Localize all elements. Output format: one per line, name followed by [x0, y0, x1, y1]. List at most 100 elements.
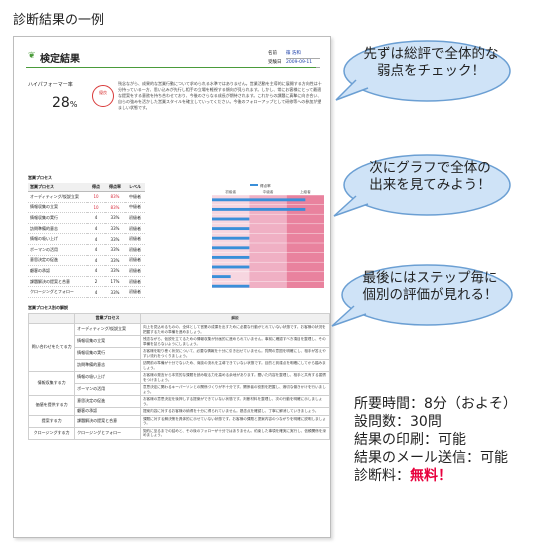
score-value: 28% [52, 95, 77, 111]
score-label: ハイパフォーマー率 [28, 82, 73, 88]
table-cell: オーディティング/仮説立案 [28, 191, 87, 203]
info-mail: 結果のメール送信：可能 [354, 450, 508, 466]
info-fee: 診断料：無料！ [354, 467, 517, 485]
bar [212, 265, 250, 269]
table-cell: 4 [87, 223, 105, 235]
process-cell: 情報収集の実行 [74, 347, 141, 360]
table-cell: 意思決定の促進 [28, 255, 87, 267]
group-cell: 価値を提供する力 [27, 395, 76, 416]
report-header: ❦ 検定結果 名前篠 浩和 受験日 2009-09-11 [14, 37, 330, 77]
report-title: 検定結果 [40, 54, 80, 65]
description-cell: 契約に至るまでの詰めと、その後のフォローが十分ではありません。約束した事項を確実… [139, 426, 330, 440]
table-cell: 中級者 [125, 202, 145, 214]
description-cell: 課題に対する解決策を具体的に示せていない状態です。お客様の課題と提案内容のつなが… [139, 414, 330, 428]
detail-table: 営業プロセス 解説 問い合わせをたてる力 オーディティング/仮説立案 向上を見込める… [27, 313, 330, 440]
group-cell: 問い合わせをたてる力 [27, 323, 76, 372]
table-row: クロージングする力 クロージングとフォロー 契約に至るまでの詰めと、その後のフォロー… [27, 426, 330, 440]
bubble-text: 次にグラフで全体の 出来を見てみよう！ [369, 160, 491, 193]
score-number: 28 [52, 95, 70, 111]
table-cell: 初級者 [125, 233, 145, 245]
process-cell: クロージングとフォロー [74, 426, 141, 440]
bar [212, 227, 250, 231]
table-cell: 17% [105, 276, 125, 288]
legend-label: 得点率 [260, 183, 271, 188]
caption: 診断結果の一例 [13, 13, 105, 28]
callout-summary: 先ずは総評で全体的な 弱点をチェック！ [334, 38, 512, 110]
group-cell: 情報収集する力 [27, 371, 76, 396]
table-cell: 33% [105, 223, 125, 235]
table-header: 得点率 [105, 183, 125, 192]
table-row: 問い合わせをたてる力 オーディティング/仮説立案 向上を見込めるものの、全体として営… [27, 323, 330, 372]
band-label: 中級者 [263, 189, 274, 194]
table-header: 営業プロセス [28, 183, 87, 192]
test-info: 所要時間：8分（およそ） 設問数：30問 結果の印刷：可能 結果のメール送信：可… [354, 395, 517, 485]
report-sheet: ❦ 検定結果 名前篠 浩和 受験日 2009-09-11 ハイパフォーマー率 28… [13, 36, 331, 538]
fee-value: 無料！ [410, 468, 452, 484]
description-cell: 残念ながら、仮説を立てるための情報収集が計画的に進められていません。事前に確認す… [139, 335, 330, 348]
group-cell: 提案する力 [27, 414, 76, 428]
report-meta: 名前篠 浩和 受験日 2009-09-11 [268, 50, 320, 68]
table-row: 顧客の承認 4 33% 初級者 [28, 265, 145, 277]
table-cell: 初級者 [125, 244, 145, 256]
table-cell: 初級者 [125, 212, 145, 224]
table-cell: 33% [105, 212, 125, 224]
bar [212, 236, 250, 240]
table-row: 情報収集の実行 4 33% 初級者 [28, 212, 145, 224]
legend-swatch [250, 184, 258, 186]
table-cell: 4 [87, 265, 105, 277]
table-header: 解説 [139, 313, 330, 324]
process-cell: 課題解決の提案と合意 [74, 414, 141, 428]
table-cell: 訪問準備的意志 [28, 223, 87, 235]
meta-label: 受験日 [268, 60, 282, 65]
description-cell: 提案内容に対するお客様の納得を十分に得られていません。懸念点を確認し、丁寧に解消… [139, 407, 330, 416]
table-cell: 初級者 [125, 255, 145, 267]
table-cell: 33% [105, 244, 125, 256]
table-row: 意思決定の促進 4 33% 初級者 [28, 255, 145, 267]
table-cell: 10 [87, 202, 105, 214]
description-cell: お客様の意思決定を後押しする提案ができていない状態です。判断材料を整理し、次の行… [139, 395, 330, 408]
bar [212, 255, 250, 259]
table-row: 情報収集する力 情報の吸い上げ お客様の発言から本質的な課題を読み取る力を高める余地… [27, 371, 330, 396]
table-cell: 33% [105, 255, 125, 267]
table-cell: 33% [105, 233, 125, 245]
table-cell: 情報収集の実行 [28, 212, 87, 224]
table-cell: 初級者 [125, 276, 145, 288]
table-row: クロージングとフォロー 4 33% 初級者 [28, 286, 145, 298]
table-header [27, 313, 76, 324]
table-cell: 83% [105, 202, 125, 214]
description-cell: お客様の発言から本質的な課題を読み取る力を高める余地があります。聞いた内容を整理… [139, 371, 330, 384]
table-cell: 顧客の承認 [28, 265, 87, 277]
bar [212, 198, 306, 202]
table-row: 情報収集の立案 10 83% 中級者 [28, 202, 145, 214]
table-cell: 中級者 [125, 191, 145, 203]
process-cell: 訪問準備的意志 [74, 359, 141, 372]
table-header: レベル [125, 183, 145, 192]
table-cell: 10 [87, 191, 105, 203]
description-cell: 向上を見込めるものの、全体として営業の成果を出すために必要な行動がとれていない状… [139, 323, 330, 336]
description-cell: お客様を取り巻く状況について、必要な情報を十分に引き出せていません。質問の意図を… [139, 347, 330, 360]
bar [212, 284, 250, 288]
table-row: 課題解決の提案と合意 2 17% 初級者 [28, 276, 145, 288]
group-cell: クロージングする力 [27, 426, 76, 440]
stamp-icon: 優良 [92, 85, 114, 107]
bubble-text: 最後にはステップ毎に 個別の評価が見れる！ [362, 270, 498, 303]
table-cell: 初級者 [125, 223, 145, 235]
table-header: 営業プロセス [74, 313, 141, 324]
info-duration: 所要時間：8分（およそ） [354, 396, 517, 412]
process-cell: 顧客の承認 [74, 407, 141, 416]
band-label: 上級者 [300, 189, 311, 194]
table-cell: 課題解決の提案と合意 [28, 276, 87, 288]
summary-text: 残念ながら、成果的な営業行動について求められる水準ではありません。営業活動を主導… [118, 81, 322, 110]
table-cell: 初級者 [125, 265, 145, 277]
leaf-icon: ❦ [28, 51, 36, 61]
table-cell: 情報の吸い上げ [28, 233, 87, 245]
table-cell: 33% [105, 286, 125, 298]
process-cell: 情報の吸い上げ [74, 371, 141, 384]
table-cell: 初級者 [125, 286, 145, 298]
meta-label: 名前 [268, 51, 277, 56]
description-cell: 意思決定に関わるキーパーソンとの関係づくりが不十分です。関係者の役割を把握し、適… [139, 383, 330, 396]
table-row: 情報の吸い上げ 4 33% 初級者 [28, 233, 145, 245]
table-row: 提案する力 課題解決の提案と合意 課題に対する解決策を具体的に示せていない状態です。… [27, 414, 330, 428]
table-cell: ボーマンの活用 [28, 244, 87, 256]
process-cell: 意思決定の促進 [74, 395, 141, 408]
